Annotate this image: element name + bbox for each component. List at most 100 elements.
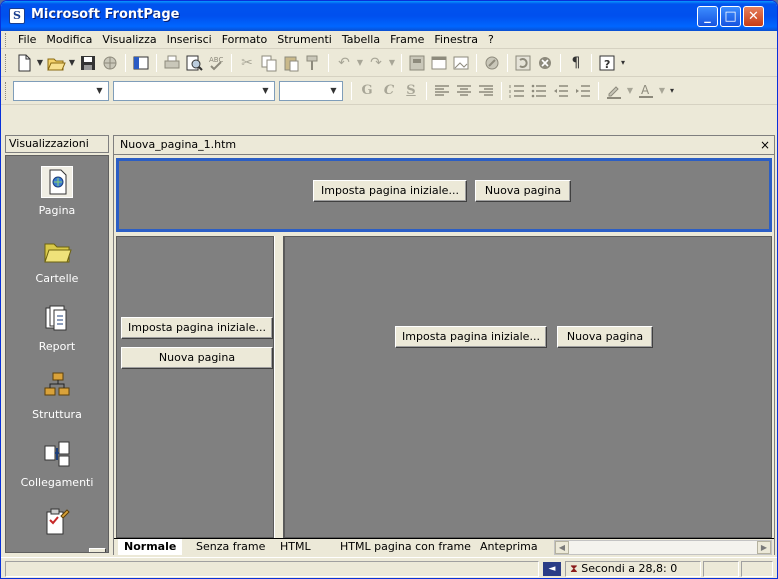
frame-left[interactable]: Imposta pagina iniziale... Nuova pagina (116, 236, 274, 538)
menu-finestra[interactable]: Finestra (429, 33, 483, 47)
view-item-tasks[interactable] (6, 502, 108, 552)
copy-icon[interactable] (258, 52, 280, 74)
web-component-icon[interactable] (406, 52, 428, 74)
menu-strumenti[interactable]: Strumenti (272, 33, 337, 47)
new-page-icon[interactable] (13, 52, 35, 74)
save-icon[interactable] (77, 52, 99, 74)
reports-view-icon (41, 302, 73, 334)
show-all-icon[interactable]: ¶ (565, 52, 587, 74)
highlight-icon[interactable] (603, 80, 625, 102)
maximize-button[interactable]: □ (720, 6, 741, 27)
new-page-button-top[interactable]: Nuova pagina (475, 180, 571, 202)
chevron-down-icon[interactable]: ▼ (326, 83, 341, 99)
paste-icon[interactable] (280, 52, 302, 74)
frontpage-app-icon[interactable]: S (9, 8, 25, 24)
frame-top[interactable]: Imposta pagina iniziale... Nuova pagina (116, 158, 772, 232)
chevron-down-icon[interactable]: ▼ (258, 83, 273, 99)
chevron-down-icon[interactable]: ▼ (35, 52, 45, 74)
set-initial-page-button-main[interactable]: Imposta pagina iniziale... (395, 326, 547, 348)
toolbar-grip[interactable] (5, 54, 8, 72)
title-bar[interactable]: S Microsoft FrontPage _ □ ✕ (1, 1, 777, 31)
tab-html[interactable]: HTML (274, 539, 317, 555)
view-item-cartelle[interactable]: Cartelle (6, 230, 108, 296)
chevron-down-icon[interactable]: ▼ (67, 52, 77, 74)
view-item-struttura[interactable]: Struttura (6, 366, 108, 432)
chevron-down-icon[interactable]: ▼ (657, 80, 667, 102)
chevron-down-icon[interactable]: ▼ (355, 52, 365, 74)
new-page-button-left[interactable]: Nuova pagina (121, 347, 273, 369)
redo-icon[interactable]: ↷ (365, 52, 387, 74)
view-item-report[interactable]: Report (6, 298, 108, 364)
help-icon[interactable]: ? (596, 52, 618, 74)
decrease-indent-icon[interactable] (550, 80, 572, 102)
increase-indent-icon[interactable] (572, 80, 594, 102)
download-time-cell[interactable]: ⧗ Secondi a 28,8: 0 (565, 561, 701, 577)
tab-html-pagina-con-frame[interactable]: HTML pagina con frame (334, 539, 477, 555)
frame-splitter[interactable] (274, 236, 284, 538)
close-button[interactable]: ✕ (743, 6, 764, 27)
views-bar: Visualizzazioni Pagina Cartelle Report S… (5, 135, 109, 555)
menu-visualizza[interactable]: Visualizza (97, 33, 161, 47)
menu-grip[interactable] (5, 33, 8, 47)
scroll-left-button[interactable]: ◀ (555, 541, 569, 554)
menu-modifica[interactable]: Modifica (41, 33, 97, 47)
tab-senza-frame[interactable]: Senza frame (190, 539, 271, 555)
cut-icon[interactable]: ✂ (236, 52, 258, 74)
print-preview-icon[interactable] (183, 52, 205, 74)
italic-button[interactable]: C (378, 80, 400, 102)
menu-tabella[interactable]: Tabella (337, 33, 385, 47)
underline-button[interactable]: S (400, 80, 422, 102)
chevron-down-icon[interactable]: ▼ (387, 52, 397, 74)
undo-icon[interactable]: ↶ (333, 52, 355, 74)
menu-help[interactable]: ? (483, 33, 499, 47)
format-painter-icon[interactable] (302, 52, 324, 74)
set-initial-page-button-left[interactable]: Imposta pagina iniziale... (121, 317, 273, 339)
font-select[interactable]: ▼ (113, 81, 275, 101)
new-page-button-main[interactable]: Nuova pagina (557, 326, 653, 348)
stop-icon[interactable] (534, 52, 556, 74)
chevron-down-icon[interactable]: ▼ (625, 80, 635, 102)
numbered-list-icon[interactable] (506, 80, 528, 102)
insert-picture-icon[interactable] (450, 52, 472, 74)
print-icon[interactable] (161, 52, 183, 74)
horizontal-scrollbar[interactable]: ◀ ▶ (554, 540, 772, 555)
folder-list-icon[interactable] (130, 52, 152, 74)
close-document-icon[interactable]: × (760, 136, 770, 154)
hyperlink-icon[interactable] (481, 52, 503, 74)
toolbar-options-icon[interactable]: ▾ (667, 80, 677, 102)
tab-normale[interactable]: Normale (118, 539, 183, 555)
minimize-button[interactable]: _ (697, 6, 718, 27)
svg-text:A: A (641, 83, 650, 97)
chevron-down-icon[interactable]: ▼ (92, 83, 107, 99)
open-icon[interactable] (45, 52, 67, 74)
page-view-icon (41, 166, 73, 198)
menu-frame[interactable]: Frame (385, 33, 429, 47)
insert-table-icon[interactable] (428, 52, 450, 74)
menu-formato[interactable]: Formato (217, 33, 273, 47)
bulleted-list-icon[interactable] (528, 80, 550, 102)
tab-anteprima[interactable]: Anteprima (474, 539, 544, 555)
set-initial-page-button-top[interactable]: Imposta pagina iniziale... (313, 180, 467, 202)
bold-button[interactable]: G (356, 80, 378, 102)
size-grip[interactable] (741, 561, 773, 577)
scroll-right-button[interactable]: ▶ (757, 541, 771, 554)
toolbar-grip[interactable] (5, 82, 8, 100)
align-left-icon[interactable] (431, 80, 453, 102)
spelling-icon[interactable]: ABC (205, 52, 227, 74)
align-center-icon[interactable] (453, 80, 475, 102)
font-color-icon[interactable]: A (635, 80, 657, 102)
view-item-collegamenti[interactable]: Collegamenti (6, 434, 108, 500)
font-size-select[interactable]: ▼ (279, 81, 343, 101)
menu-file[interactable]: File (13, 33, 41, 47)
style-select[interactable]: ▼ (13, 81, 109, 101)
toolbar-options-icon[interactable]: ▾ (618, 52, 628, 74)
view-item-pagina[interactable]: Pagina (6, 162, 108, 228)
menu-inserisci[interactable]: Inserisci (162, 33, 217, 47)
frame-main[interactable]: Imposta pagina iniziale... Nuova pagina (284, 236, 772, 538)
publish-icon[interactable] (99, 52, 121, 74)
view-label: Report (38, 340, 76, 353)
document-tab[interactable]: Nuova_pagina_1.htm × (114, 136, 774, 155)
align-right-icon[interactable] (475, 80, 497, 102)
views-scroll-down-button[interactable]: ▼ (89, 548, 106, 552)
refresh-icon[interactable] (512, 52, 534, 74)
